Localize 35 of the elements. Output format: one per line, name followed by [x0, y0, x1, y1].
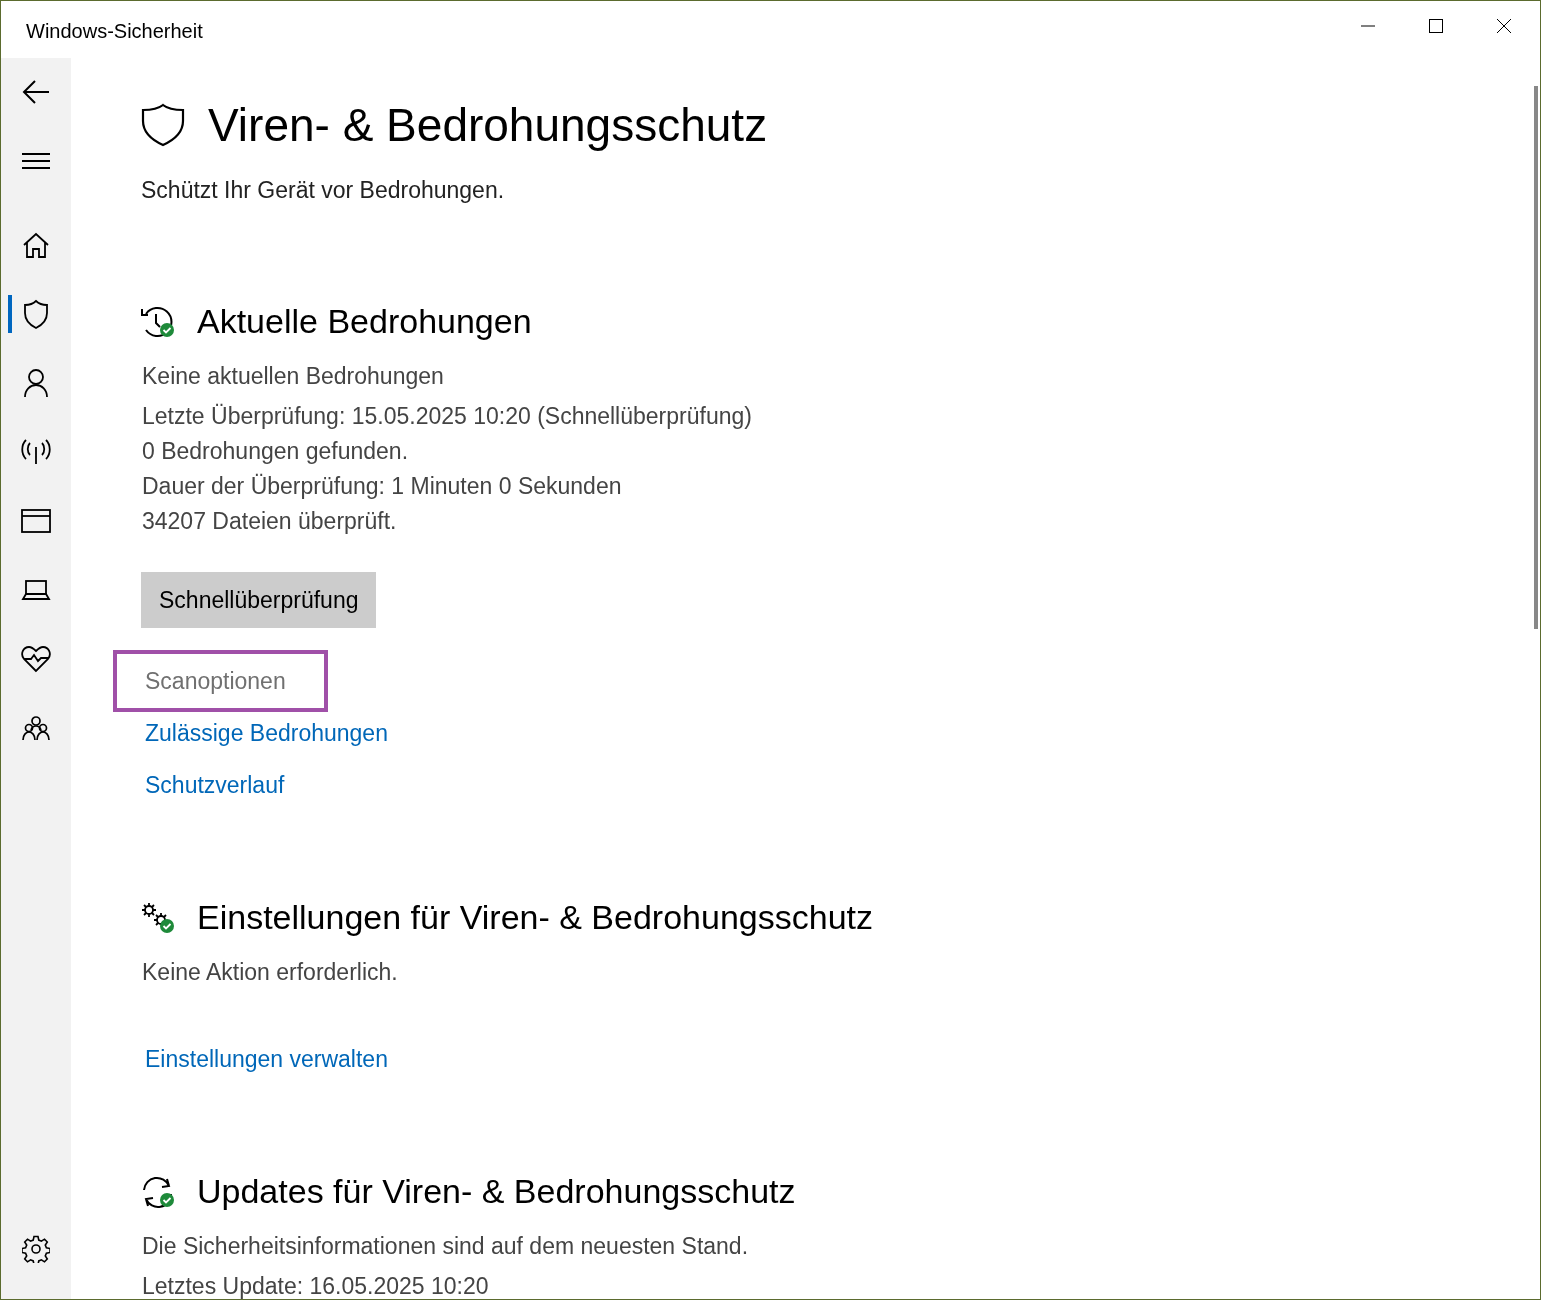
status-text: Keine Aktion erforderlich. [142, 958, 399, 987]
status-text: 0 Bedrohungen gefunden. [142, 437, 410, 466]
browser-window-icon[interactable] [21, 509, 51, 533]
status-text: Keine aktuellen Bedrohungen [142, 362, 445, 391]
close-icon[interactable] [1496, 17, 1512, 34]
history-check-icon [140, 304, 176, 339]
status-text: Dauer der Überprüfung: 1 Minuten 0 Sekunden [142, 472, 623, 501]
quick-scan-button[interactable]: Schnellüberprüfung [141, 572, 377, 628]
section-title: Updates für Viren- & Bedrohungsschutz [197, 1172, 796, 1211]
person-icon[interactable] [23, 368, 49, 398]
page-title: Viren- & Bedrohungsschutz [208, 98, 768, 152]
heart-icon[interactable] [21, 645, 51, 673]
shield-icon [140, 103, 186, 147]
status-text: Letztes Update: 16.05.2025 10:20 [142, 1272, 490, 1299]
people-icon[interactable] [21, 715, 51, 741]
link[interactable]: Einstellungen verwalten [113, 1028, 430, 1090]
gears-check-icon [140, 900, 176, 935]
status-text: Letzte Überprüfung: 15.05.2025 10:20 (Schnellüberprüfung) [142, 402, 753, 431]
antenna-icon[interactable] [21, 439, 51, 465]
back-icon[interactable] [21, 79, 51, 105]
settings-icon[interactable] [22, 1235, 50, 1263]
status-text: Die Sicherheitsinformationen sind auf dem neuesten Stand. [142, 1232, 750, 1261]
status-text: 34207 Dateien überprüft. [142, 507, 398, 536]
maximize-icon[interactable] [1428, 17, 1444, 34]
section-title: Aktuelle Bedrohungen [197, 302, 532, 341]
sync-check-icon [140, 1174, 176, 1209]
home-icon[interactable] [22, 232, 50, 258]
link[interactable]: Scanoptionen [113, 650, 328, 712]
window-title: Windows-Sicherheit [26, 20, 203, 43]
section-title: Einstellungen für Viren- & Bedrohungsschutz [197, 898, 873, 937]
menu-icon[interactable] [21, 152, 51, 170]
shield-icon[interactable] [23, 299, 49, 329]
laptop-icon[interactable] [21, 579, 51, 601]
page-subtitle: Schützt Ihr Gerät vor Bedrohungen. [141, 177, 506, 204]
scrollbar[interactable] [1534, 86, 1538, 629]
